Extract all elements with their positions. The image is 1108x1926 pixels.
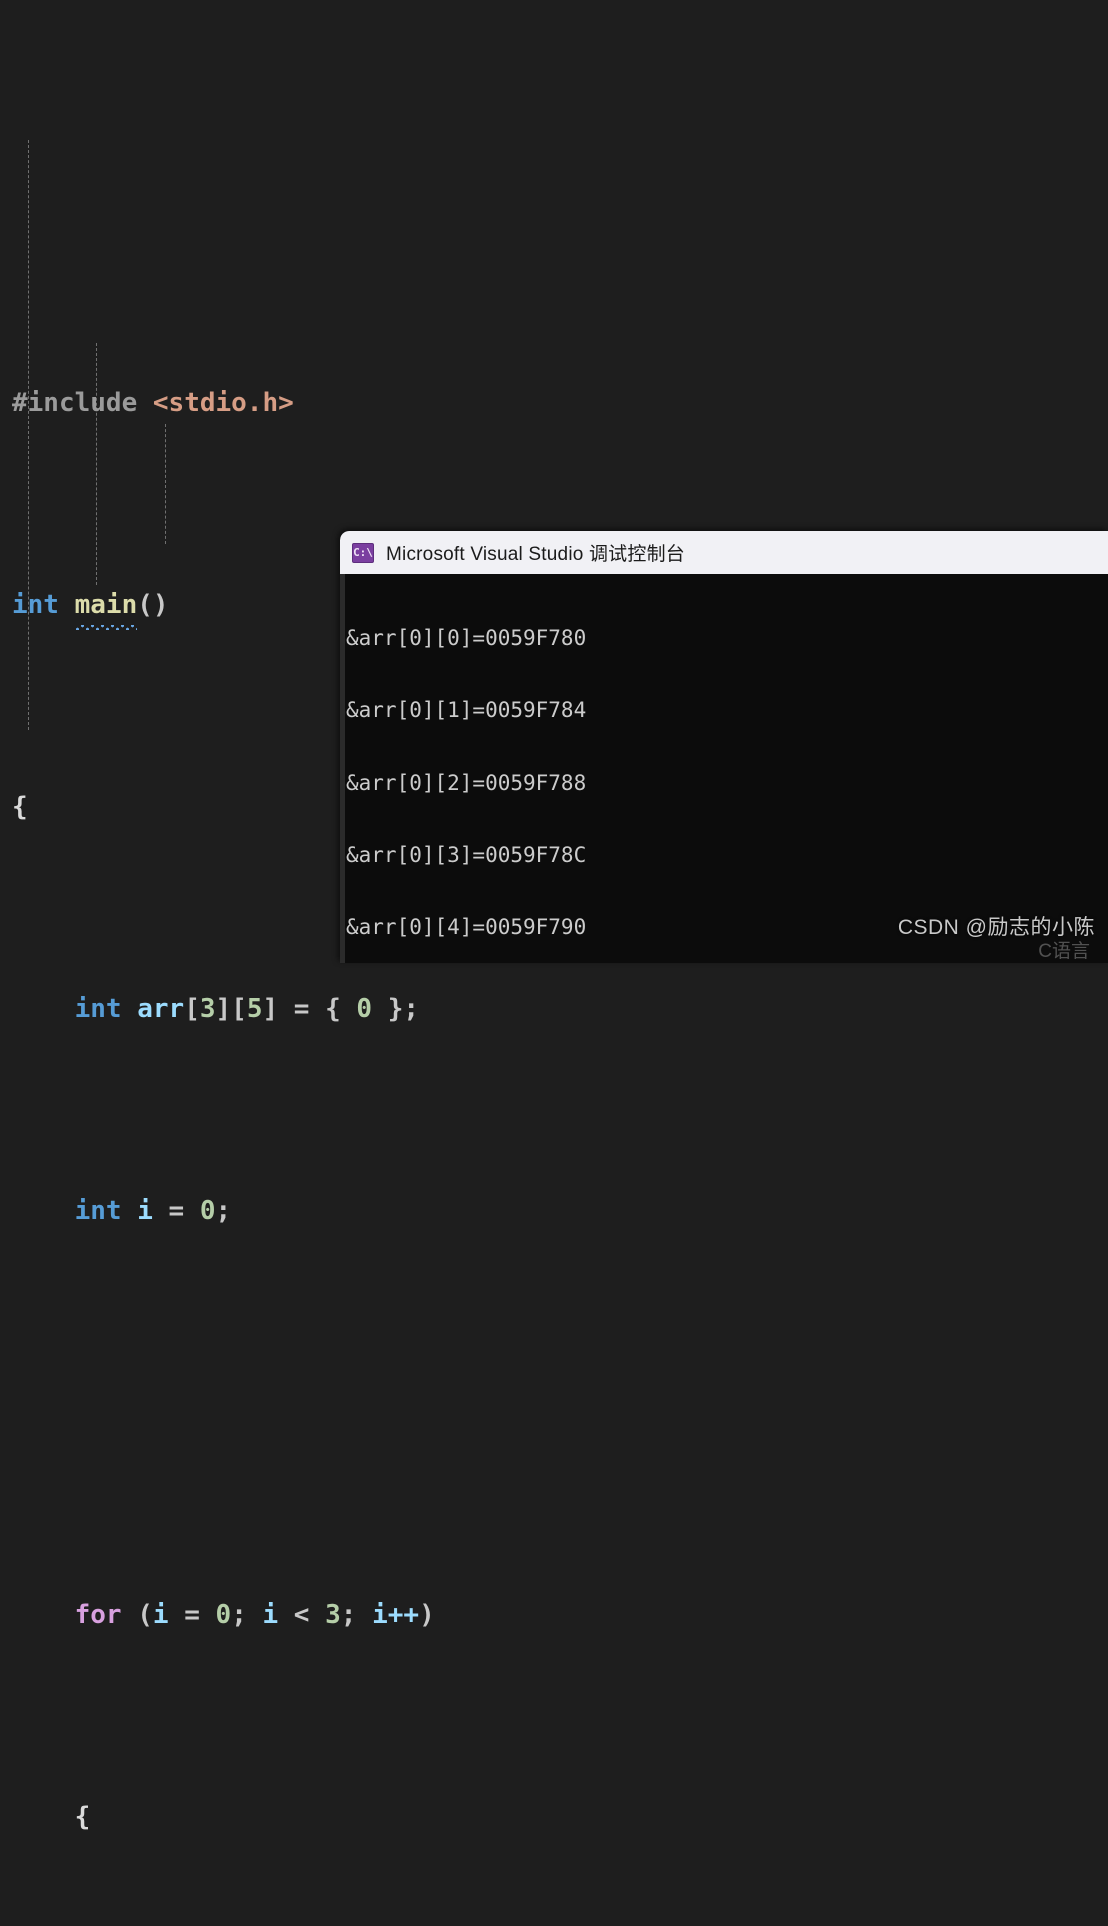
console-window-title: Microsoft Visual Studio 调试控制台	[386, 544, 685, 565]
token-semicolon: ;	[231, 1599, 263, 1630]
token-function-main: main	[74, 585, 137, 631]
console-cmd-icon: C:\	[352, 542, 374, 563]
code-line-8[interactable]: {	[0, 1797, 1108, 1837]
token-assign: =	[152, 1195, 200, 1226]
console-output-line: &arr[0][1]=0059F784	[346, 698, 587, 723]
code-line-4[interactable]: int arr[3][5] = { 0 };	[0, 989, 1108, 1029]
console-output-line: &arr[0][0]=0059F780	[346, 626, 587, 651]
token-paren-pair: ()	[137, 589, 169, 620]
token-num-0: 0	[356, 993, 373, 1024]
code-line-1[interactable]: #include <stdio.h>	[0, 383, 1108, 423]
csdn-watermark-sub: C语言	[1038, 941, 1090, 962]
token-include-directive: #include	[12, 387, 138, 418]
console-titlebar[interactable]: C:\ Microsoft Visual Studio 调试控制台	[340, 531, 1108, 574]
token-var-i: i	[372, 1599, 388, 1630]
token-close-init: };	[372, 993, 420, 1024]
console-output: &arr[0][0]=0059F780 &arr[0][1]=0059F784 …	[340, 574, 1108, 963]
indent-guide-level3	[165, 424, 166, 544]
indent-guide-level1	[28, 140, 29, 730]
console-output-line: &arr[0][3]=0059F78C	[346, 843, 587, 868]
console-scrollbar[interactable]	[340, 574, 345, 963]
indent-guide-level2	[96, 343, 97, 585]
token-type-int: int	[12, 589, 59, 620]
token-assign: =	[168, 1599, 216, 1630]
token-increment: ++	[387, 1599, 420, 1630]
token-num-3: 3	[199, 993, 216, 1024]
code-line-5[interactable]: int i = 0;	[0, 1191, 1108, 1231]
token-paren-open: (	[121, 1599, 153, 1630]
token-num-5: 5	[246, 993, 263, 1024]
token-num-0: 0	[215, 1599, 232, 1630]
token-num-3: 3	[325, 1599, 341, 1630]
console-output-line: &arr[0][2]=0059F788	[346, 770, 587, 795]
token-num-0: 0	[199, 1195, 216, 1226]
token-bracket-open: [	[184, 993, 200, 1024]
token-keyword-for: for	[74, 1599, 122, 1630]
token-header-name: <stdio.h>	[152, 387, 294, 418]
token-var-i: i	[152, 1599, 169, 1630]
token-paren-close: )	[419, 1599, 435, 1630]
token-bracket-close: ][	[215, 993, 247, 1024]
token-open-brace: {	[74, 1801, 91, 1832]
token-var-i: i	[137, 1195, 153, 1226]
token-var-arr: arr	[137, 993, 185, 1024]
token-type-int: int	[74, 993, 122, 1024]
token-semicolon: ;	[215, 1195, 232, 1226]
token-type-int: int	[74, 1195, 122, 1226]
token-less-than: <	[278, 1599, 326, 1630]
token-open-brace: {	[12, 791, 28, 822]
console-window[interactable]: C:\ Microsoft Visual Studio 调试控制台 &arr[0…	[340, 531, 1108, 963]
code-line-6-blank[interactable]	[0, 1393, 1108, 1433]
token-bracket-close2: ] = {	[262, 993, 357, 1024]
token-semicolon2: ;	[340, 1599, 373, 1630]
code-line-7[interactable]: for (i = 0; i < 3; i++)	[0, 1595, 1108, 1635]
token-var-i: i	[262, 1599, 279, 1630]
